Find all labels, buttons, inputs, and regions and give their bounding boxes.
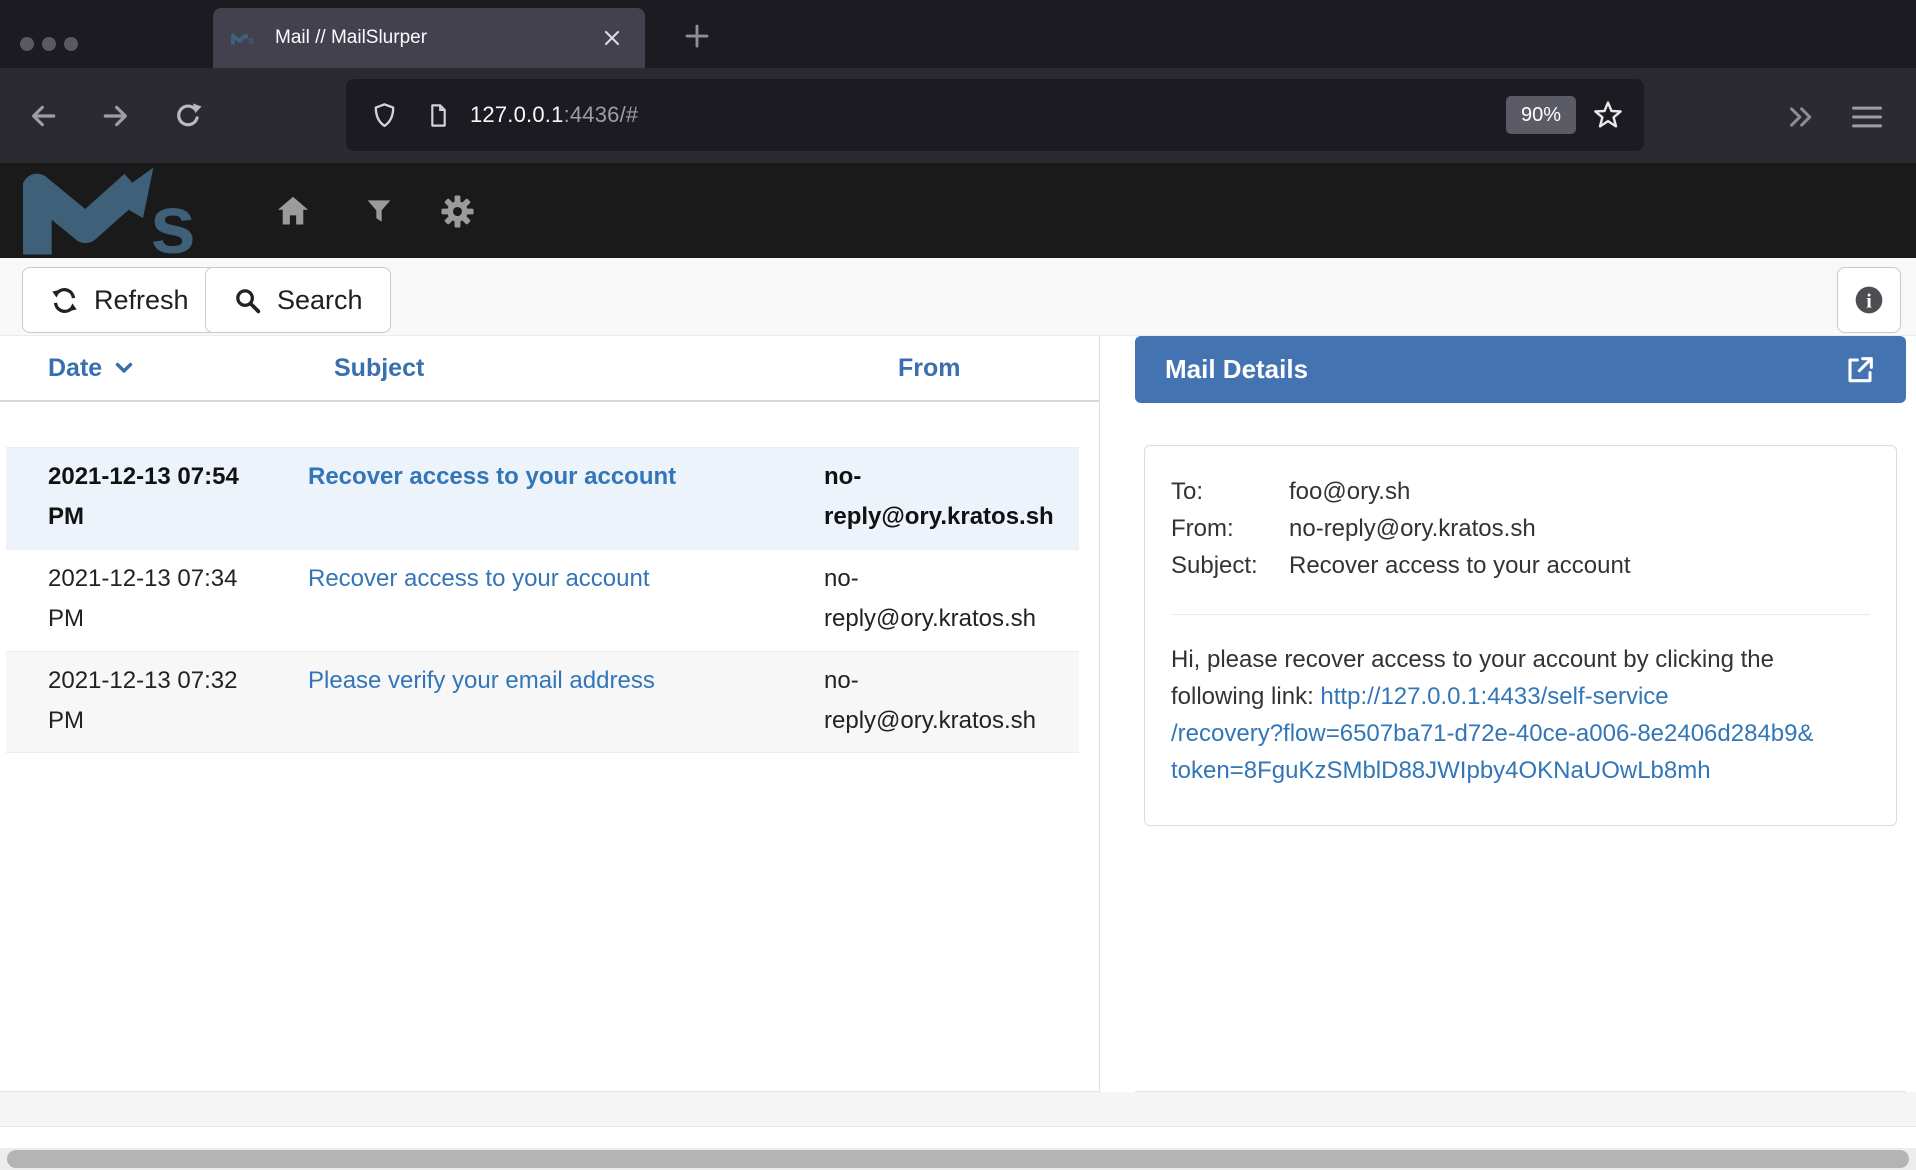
mail-details-panel: Mail Details To: foo@ory.sh From: no-rep… bbox=[1135, 336, 1906, 1092]
mail-row-from: no-reply@ory.kratos.sh bbox=[824, 661, 1079, 743]
mail-row-from: no-reply@ory.kratos.sh bbox=[824, 559, 1079, 642]
mail-row-date: 2021-12-13 07:32 PM bbox=[6, 661, 308, 743]
info-icon: i bbox=[1853, 284, 1885, 316]
mail-row-selected[interactable]: 2021-12-13 07:54 PM Recover access to yo… bbox=[6, 447, 1079, 549]
tab-title: Mail // MailSlurper bbox=[275, 27, 597, 49]
refresh-icon bbox=[50, 286, 79, 315]
menu-hamburger-icon[interactable] bbox=[1849, 99, 1885, 135]
page-background-strip bbox=[0, 1092, 1916, 1126]
url-host: 127.0.0.1 bbox=[470, 102, 564, 127]
column-header-subject[interactable]: Subject bbox=[310, 354, 828, 383]
horizontal-scrollbar bbox=[0, 1148, 1916, 1170]
mail-row-date: 2021-12-13 07:34 PM bbox=[6, 559, 308, 642]
sort-desc-chevron-icon bbox=[112, 356, 136, 380]
from-value: no-reply@ory.kratos.sh bbox=[1289, 510, 1870, 547]
url-bar[interactable]: 127.0.0.1:4436/# 90% bbox=[346, 79, 1644, 151]
refresh-button[interactable]: Refresh bbox=[22, 267, 217, 333]
mail-subject-link[interactable]: Recover access to your account bbox=[308, 463, 676, 490]
home-icon[interactable] bbox=[272, 190, 314, 232]
mail-subject-link[interactable]: Recover access to your account bbox=[308, 565, 650, 592]
to-label: To: bbox=[1171, 473, 1289, 510]
window-controls[interactable] bbox=[20, 37, 78, 51]
main-content: Date Subject From 2021-12-13 07:54 PM Re… bbox=[0, 336, 1916, 1092]
subject-value: Recover access to your account bbox=[1289, 547, 1870, 584]
forward-button[interactable] bbox=[96, 96, 136, 136]
svg-text:i: i bbox=[1866, 290, 1872, 312]
column-header-date[interactable]: Date bbox=[48, 354, 310, 383]
mail-body: Hi, please recover access to your accoun… bbox=[1171, 641, 1870, 789]
mail-meta: To: foo@ory.sh From: no-reply@ory.kratos… bbox=[1171, 473, 1870, 584]
shield-icon[interactable] bbox=[370, 101, 399, 130]
mail-row-date: 2021-12-13 07:54 PM bbox=[6, 457, 308, 540]
mail-row[interactable]: 2021-12-13 07:32 PM Please verify your e… bbox=[6, 651, 1079, 753]
reload-button[interactable] bbox=[168, 96, 208, 136]
gear-icon[interactable] bbox=[436, 190, 478, 232]
open-external-icon[interactable] bbox=[1844, 354, 1876, 386]
mail-row-subject: Recover access to your account bbox=[308, 457, 824, 540]
mail-details-card: To: foo@ory.sh From: no-reply@ory.kratos… bbox=[1144, 445, 1897, 826]
date-column-label: Date bbox=[48, 354, 102, 383]
url-text: 127.0.0.1:4436/# bbox=[470, 102, 638, 128]
mail-details-title: Mail Details bbox=[1165, 354, 1308, 385]
from-label: From: bbox=[1171, 510, 1289, 547]
mail-row-subject: Recover access to your account bbox=[308, 559, 824, 642]
subject-label: Subject: bbox=[1171, 547, 1289, 584]
panel-divider bbox=[1100, 336, 1135, 1092]
search-button[interactable]: Search bbox=[205, 267, 391, 333]
info-button[interactable]: i bbox=[1837, 267, 1901, 333]
column-header-from[interactable]: From bbox=[828, 354, 961, 383]
mail-list-panel: Date Subject From 2021-12-13 07:54 PM Re… bbox=[0, 336, 1100, 1092]
svg-text:s: s bbox=[248, 35, 254, 47]
overflow-chevrons-icon[interactable] bbox=[1783, 99, 1819, 135]
search-label: Search bbox=[277, 285, 363, 316]
mail-list-header-row: Date Subject From bbox=[0, 336, 1099, 402]
refresh-label: Refresh bbox=[94, 285, 189, 316]
search-icon bbox=[233, 286, 262, 315]
svg-text:s: s bbox=[150, 178, 196, 256]
to-value: foo@ory.sh bbox=[1289, 473, 1870, 510]
back-button[interactable] bbox=[23, 96, 63, 136]
mail-row-from: no-reply@ory.kratos.sh bbox=[824, 457, 1082, 540]
bookmark-star-icon[interactable] bbox=[1592, 99, 1624, 131]
tab-close-icon[interactable] bbox=[597, 23, 627, 53]
url-path: :4436/# bbox=[564, 102, 639, 127]
footer-strip bbox=[0, 1126, 1916, 1148]
mailslurper-favicon: s bbox=[231, 27, 258, 50]
zoom-level-badge[interactable]: 90% bbox=[1506, 96, 1576, 134]
mail-row-subject: Please verify your email address bbox=[308, 661, 824, 743]
mail-row[interactable]: 2021-12-13 07:34 PM Recover access to yo… bbox=[6, 549, 1079, 651]
browser-toolbar: 127.0.0.1:4436/# 90% bbox=[0, 68, 1916, 163]
browser-tab[interactable]: s Mail // MailSlurper bbox=[213, 8, 645, 68]
mail-list-rows: 2021-12-13 07:54 PM Recover access to yo… bbox=[6, 447, 1079, 753]
horizontal-scrollbar-thumb[interactable] bbox=[7, 1150, 1909, 1168]
new-tab-button[interactable] bbox=[680, 19, 714, 53]
page-icon bbox=[425, 102, 452, 129]
browser-tab-bar: s Mail // MailSlurper bbox=[0, 0, 1916, 68]
action-bar: Refresh Search i bbox=[0, 258, 1916, 336]
mail-details-header: Mail Details bbox=[1135, 336, 1906, 403]
details-divider bbox=[1171, 614, 1870, 615]
mail-subject-link[interactable]: Please verify your email address bbox=[308, 667, 655, 694]
mailslurper-navbar: s bbox=[0, 163, 1916, 258]
mailslurper-logo: s bbox=[23, 166, 223, 256]
filter-icon[interactable] bbox=[358, 190, 400, 232]
